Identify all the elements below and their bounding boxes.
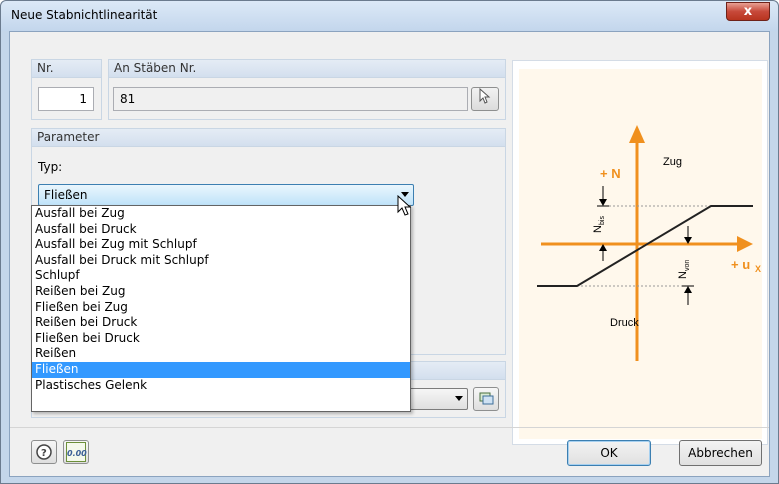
diagram-panel: + N Zug Druck + u X N bis N von bbox=[512, 60, 768, 445]
help-button[interactable]: ? bbox=[31, 440, 57, 464]
druck-label: Druck bbox=[610, 317, 639, 329]
type-option[interactable]: Reißen bbox=[32, 346, 410, 362]
n-von-subscript: von bbox=[684, 260, 691, 271]
cancel-button[interactable]: Abbrechen bbox=[679, 440, 762, 466]
type-option[interactable]: Ausfall bei Zug mit Schlupf bbox=[32, 237, 410, 253]
n-bis-label: N bbox=[592, 225, 604, 233]
edit-icon bbox=[474, 392, 498, 413]
dialog-title: Neue Stabnichtlinearität bbox=[11, 8, 158, 22]
edit-lower-button[interactable] bbox=[473, 387, 499, 411]
type-option[interactable]: Reißen bei Zug bbox=[32, 284, 410, 300]
help-icon: ? bbox=[32, 444, 56, 466]
n-von-label: N bbox=[677, 271, 689, 279]
n-axis-arrow-icon bbox=[629, 125, 645, 143]
pick-cursor-icon bbox=[478, 87, 492, 107]
title-bar: Neue Stabnichtlinearität x bbox=[1, 1, 778, 31]
n-axis-label: + N bbox=[600, 166, 621, 181]
type-option[interactable]: Fließen bbox=[32, 361, 410, 378]
svg-text:?: ? bbox=[41, 448, 47, 459]
type-option[interactable]: Ausfall bei Zug bbox=[32, 206, 410, 222]
members-field[interactable]: 81 bbox=[113, 87, 468, 111]
characteristic-curve bbox=[537, 205, 753, 287]
u-axis-label: + u bbox=[731, 257, 750, 272]
u-axis-subscript: X bbox=[755, 264, 761, 274]
nr-label: Nr. bbox=[32, 60, 101, 78]
chevron-down-icon bbox=[455, 396, 463, 401]
type-option[interactable]: Schlupf bbox=[32, 268, 410, 284]
type-option[interactable]: Fließen bei Druck bbox=[32, 331, 410, 347]
nr-group: Nr. 1 bbox=[31, 59, 102, 120]
type-select-value: Fließen bbox=[44, 188, 88, 202]
u-axis-arrow-icon bbox=[737, 236, 753, 252]
nr-field[interactable]: 1 bbox=[38, 87, 94, 111]
type-option[interactable]: Ausfall bei Druck bbox=[32, 222, 410, 238]
units-button[interactable]: 0.00 bbox=[63, 440, 89, 464]
members-group: An Stäben Nr. 81 bbox=[108, 59, 506, 120]
pick-members-button[interactable] bbox=[471, 87, 499, 111]
parameter-header: Parameter bbox=[32, 129, 505, 147]
zug-label: Zug bbox=[663, 156, 682, 168]
units-icon: 0.00 bbox=[66, 442, 87, 462]
mouse-cursor-icon bbox=[397, 194, 413, 220]
type-option[interactable]: Reißen bei Druck bbox=[32, 315, 410, 331]
type-option[interactable]: Ausfall bei Druck mit Schlupf bbox=[32, 253, 410, 269]
type-dropdown-list: Ausfall bei Zug Ausfall bei Druck Ausfall … bbox=[31, 205, 411, 412]
close-button[interactable]: x bbox=[726, 2, 770, 21]
n-bis-subscript: bis bbox=[599, 216, 606, 225]
members-label: An Stäben Nr. bbox=[109, 60, 505, 78]
nonlinearity-diagram: + N Zug Druck + u X N bis N von bbox=[537, 125, 761, 361]
ok-button[interactable]: OK bbox=[567, 440, 651, 466]
type-select[interactable]: Fließen bbox=[38, 184, 414, 206]
type-option[interactable]: Plastisches Gelenk bbox=[32, 378, 410, 394]
type-option[interactable]: Fließen bei Zug bbox=[32, 300, 410, 316]
type-label: Typ: bbox=[38, 160, 63, 174]
